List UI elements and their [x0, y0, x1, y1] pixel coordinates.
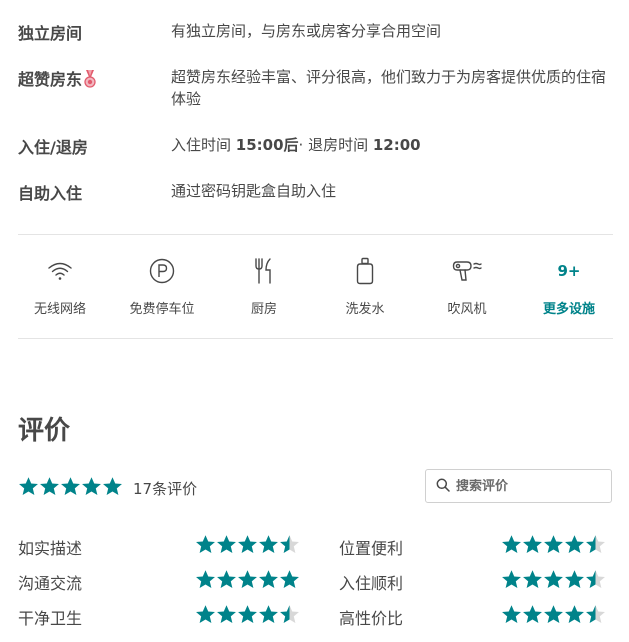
star-icon — [502, 535, 521, 554]
star-icon — [196, 570, 215, 589]
star-icon — [280, 570, 299, 589]
reviews-title: 评价 — [18, 416, 71, 446]
star-icon — [217, 535, 236, 554]
star-icon — [544, 570, 563, 589]
more-amenities-count-wrap: 9+ — [519, 256, 619, 286]
checkin-value: 入住时间 15:00后· 退房时间 12:00 — [171, 134, 611, 156]
star-icon — [523, 605, 542, 624]
medal-icon — [83, 70, 97, 92]
divider — [18, 234, 613, 235]
overall-rating: 17条评价 — [18, 476, 197, 500]
search-reviews-box[interactable] — [425, 469, 612, 503]
private-room-label: 独立房间 — [18, 24, 83, 43]
star-icon — [82, 477, 101, 496]
checkout-prefix: · 退房时间 — [298, 136, 373, 154]
star-icon — [238, 605, 257, 624]
star-icon — [259, 535, 278, 554]
category-label: 入住顺利 — [339, 574, 404, 593]
superhost-value: 超赞房东经验丰富、评分很高，他们致力于为房客提供优质的住宿体验 — [171, 68, 607, 108]
self-checkin-value: 通过密码钥匙盒自助入住 — [171, 182, 337, 200]
wifi-icon — [10, 256, 110, 286]
checkin-prefix: 入住时间 — [171, 136, 236, 154]
category-label: 位置便利 — [339, 539, 404, 558]
superhost-label-wrap: 超赞房东 — [18, 66, 97, 92]
star-icon — [196, 605, 215, 624]
amenity-hair-dryer: 吹风机 — [417, 256, 517, 317]
star-icon — [565, 605, 584, 624]
category-label: 高性价比 — [339, 609, 404, 628]
more-amenities-button[interactable]: 9+ 更多设施 — [519, 256, 619, 317]
category-stars — [501, 534, 606, 554]
amenity-kitchen: 厨房 — [214, 256, 314, 317]
amenity-label: 无线网络 — [33, 302, 86, 317]
category-stars — [195, 569, 300, 589]
star-icon — [103, 477, 122, 496]
star-icon — [238, 570, 257, 589]
divider — [18, 338, 613, 339]
category-label: 沟通交流 — [18, 574, 83, 593]
star-icon — [259, 570, 278, 589]
amenity-label: 洗发水 — [345, 302, 385, 317]
amenity-label: 厨房 — [250, 302, 277, 317]
star-icon — [586, 570, 605, 589]
category-label: 干净卫生 — [18, 609, 83, 628]
checkin-label: 入住/退房 — [18, 138, 88, 157]
star-icon — [238, 535, 257, 554]
star-icon — [502, 570, 521, 589]
star-icon — [565, 570, 584, 589]
search-icon — [436, 477, 450, 496]
checkin-time: 15:00后 — [235, 136, 299, 154]
shampoo-icon — [315, 256, 415, 286]
search-reviews-input[interactable] — [456, 478, 606, 494]
hair-dryer-icon — [417, 256, 517, 286]
star-icon — [544, 535, 563, 554]
star-icon — [19, 477, 38, 496]
self-checkin-label: 自助入住 — [18, 184, 83, 203]
amenity-label: 免费停车位 — [129, 302, 195, 317]
kitchen-icon — [214, 256, 314, 286]
star-icon — [196, 535, 215, 554]
amenity-parking: 免费停车位 — [112, 256, 212, 317]
star-icon — [217, 570, 236, 589]
more-amenities-count: 9+ — [557, 262, 581, 280]
star-icon — [523, 535, 542, 554]
star-icon — [259, 605, 278, 624]
star-icon — [280, 605, 299, 624]
star-icon — [586, 535, 605, 554]
amenity-wifi: 无线网络 — [10, 256, 110, 317]
star-icon — [523, 570, 542, 589]
private-room-value: 有独立房间，与房东或房客分享合用空间 — [171, 22, 442, 40]
star-icon — [544, 605, 563, 624]
star-icon — [61, 477, 80, 496]
category-label: 如实描述 — [18, 539, 83, 558]
more-amenities-label: 更多设施 — [542, 302, 595, 317]
parking-icon — [112, 256, 212, 286]
checkout-time: 12:00 — [372, 136, 421, 154]
superhost-label: 超赞房东 — [18, 70, 83, 89]
review-count: 17条评价 — [133, 479, 198, 498]
star-icon — [217, 605, 236, 624]
category-stars — [501, 604, 606, 624]
star-icon — [565, 535, 584, 554]
category-stars — [195, 604, 300, 624]
star-icon — [280, 535, 299, 554]
amenity-shampoo: 洗发水 — [315, 256, 415, 317]
category-stars — [195, 534, 300, 554]
overall-stars — [18, 476, 123, 500]
category-stars — [501, 569, 606, 589]
amenity-label: 吹风机 — [447, 302, 487, 317]
listing-details: 独立房间 有独立房间，与房东或房客分享合用空间 超赞房东 超赞房东经验丰富、评分… — [0, 0, 629, 642]
star-icon — [586, 605, 605, 624]
star-icon — [502, 605, 521, 624]
star-icon — [40, 477, 59, 496]
